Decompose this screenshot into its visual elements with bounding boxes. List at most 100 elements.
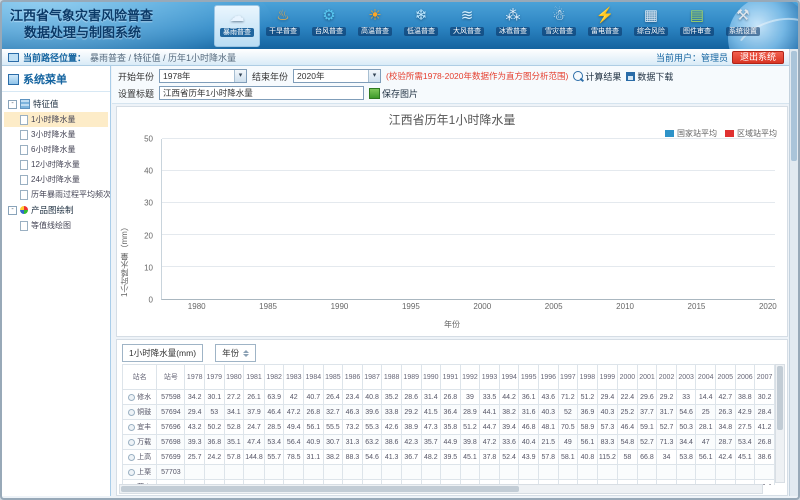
toolbar-settings-button[interactable]: ⚒系统设置	[720, 5, 766, 48]
app-header: 江西省气象灾害风险普查 数据处理与制图系统 ☁暴雨普查♨干旱普查⚙台风普查☀高温…	[2, 2, 798, 49]
toolbar-rainstorm-button[interactable]: ☁暴雨普查	[214, 5, 260, 47]
sidebar-group[interactable]: -特征值	[4, 96, 108, 112]
year-column-header[interactable]: 1982	[264, 365, 284, 390]
toolbar-lightning-button[interactable]: ⚡雷电普查	[582, 5, 628, 48]
value-cell: 31.3	[343, 435, 363, 450]
year-column-header[interactable]: 2006	[735, 365, 755, 390]
toolbar-item-label: 图件审查	[680, 27, 714, 36]
value-cell: 49.4	[284, 420, 304, 435]
year-column-header[interactable]: 1997	[558, 365, 578, 390]
year-column-header[interactable]: 1999	[597, 365, 617, 390]
sidebar-item[interactable]: 1小时降水量	[4, 112, 108, 127]
year-column-header[interactable]: 1990	[421, 365, 441, 390]
expander-icon[interactable]: -	[8, 100, 17, 109]
toolbar-item-label: 高温普查	[358, 27, 392, 36]
sidebar-item[interactable]: 历年暴雨过程平均频次	[4, 187, 108, 202]
table-row[interactable]: 铜鼓5769429.45334.137.946.447.226.832.746.…	[123, 405, 775, 420]
save-image-button[interactable]: 保存图片	[369, 87, 418, 100]
year-column-header[interactable]: 1998	[578, 365, 598, 390]
year-column-header[interactable]: 2007	[755, 365, 775, 390]
toolbar-low-temp-button[interactable]: ❄低温普查	[398, 5, 444, 48]
year-column-header[interactable]: 1978	[185, 365, 205, 390]
sidebar-item[interactable]: 24小时降水量	[4, 172, 108, 187]
value-cell: 30.1	[205, 390, 225, 405]
year-column-header[interactable]: 1984	[304, 365, 324, 390]
value-cell: 33.6	[499, 435, 519, 450]
station-name-cell: 万载	[123, 435, 157, 450]
toolbar-item-label: 台风普查	[312, 27, 346, 36]
breadcrumb[interactable]: 暴雨普查 / 特征值 / 历年1小时降水量	[90, 51, 236, 64]
sidebar-group[interactable]: -产品图绘制	[4, 202, 108, 218]
year-column-header[interactable]: 2005	[716, 365, 736, 390]
table-row[interactable]: 上高5769925.724.257.8144.855.778.531.138.2…	[123, 450, 775, 465]
station-icon	[128, 454, 135, 461]
table-header-row: 站名站号197819791980198119821983198419851986…	[123, 365, 775, 390]
sidebar-item[interactable]: 12小时降水量	[4, 157, 108, 172]
toolbar-drought-button[interactable]: ♨干旱普查	[260, 5, 306, 48]
scrollbar-thumb[interactable]	[121, 486, 519, 492]
monitor-icon	[8, 53, 19, 62]
end-year-select[interactable]: 2020年	[293, 69, 381, 83]
scrollbar-thumb[interactable]	[791, 51, 797, 161]
year-column-header[interactable]: 1986	[343, 365, 363, 390]
column-header[interactable]: 站名	[123, 365, 157, 390]
column-header[interactable]: 站号	[157, 365, 185, 390]
value-cell: 43.9	[519, 450, 539, 465]
year-column-header[interactable]: 1985	[323, 365, 343, 390]
page-scrollbar[interactable]	[789, 49, 798, 496]
value-cell: 56.1	[304, 420, 324, 435]
year-column-header[interactable]: 1995	[519, 365, 539, 390]
chart-title-input[interactable]	[159, 86, 364, 100]
year-column-header[interactable]: 1981	[244, 365, 265, 390]
table-row[interactable]: 宜丰5769643.250.252.824.728.549.456.155.57…	[123, 420, 775, 435]
toolbar-risk-calc-button[interactable]: ▦综合风险	[628, 5, 674, 48]
year-column-header[interactable]: 1988	[382, 365, 402, 390]
toolbar-wind-button[interactable]: ≋大风普查	[444, 5, 490, 48]
value-cell: 40.9	[304, 435, 324, 450]
value-cell	[696, 465, 716, 480]
toolbar-snow-button[interactable]: ☃雪灾普查	[536, 5, 582, 48]
year-column-header[interactable]: 2002	[657, 365, 677, 390]
sidebar-item[interactable]: 3小时降水量	[4, 127, 108, 142]
breadcrumb-prefix: 当前路径位置：	[23, 51, 86, 64]
toolbar-typhoon-button[interactable]: ⚙台风普查	[306, 5, 352, 48]
year-group-header[interactable]: 年份	[215, 344, 256, 362]
toolbar-high-temp-button[interactable]: ☀高温普查	[352, 5, 398, 48]
year-column-header[interactable]: 1989	[401, 365, 421, 390]
year-column-header[interactable]: 1994	[499, 365, 519, 390]
toolbar-hail-button[interactable]: ⁂冰雹普查	[490, 5, 536, 48]
value-cell: 66.8	[637, 450, 657, 465]
table-row[interactable]: 万载5769839.336.835.147.453.456.440.930.73…	[123, 435, 775, 450]
value-cell	[304, 465, 324, 480]
horizontal-scrollbar[interactable]	[119, 484, 763, 494]
calculate-button[interactable]: 计算结果	[573, 70, 621, 83]
download-button[interactable]: 数据下载	[626, 70, 673, 83]
year-column-header[interactable]: 1993	[480, 365, 500, 390]
year-column-header[interactable]: 1983	[284, 365, 304, 390]
table-row[interactable]: 上栗57703	[123, 465, 775, 480]
value-cell: 39	[460, 390, 480, 405]
table-vertical-scrollbar[interactable]	[775, 364, 785, 483]
sidebar-item[interactable]: 等值线绘图	[4, 218, 108, 233]
year-column-header[interactable]: 1979	[205, 365, 225, 390]
logout-button[interactable]: 退出系统	[732, 51, 784, 64]
year-column-header[interactable]: 2003	[676, 365, 696, 390]
year-column-header[interactable]: 1996	[538, 365, 558, 390]
y-axis-ticks: 01020304050	[131, 139, 157, 300]
station-name-cell: 上栗	[123, 465, 157, 480]
year-column-header[interactable]: 2004	[696, 365, 716, 390]
year-column-header[interactable]: 1987	[362, 365, 382, 390]
year-column-header[interactable]: 2001	[637, 365, 657, 390]
year-column-header[interactable]: 1980	[224, 365, 244, 390]
year-column-header[interactable]: 1991	[441, 365, 461, 390]
expander-icon[interactable]: -	[8, 206, 17, 215]
table-row[interactable]: 修水5759834.230.127.226.163.94240.726.423.…	[123, 390, 775, 405]
year-column-header[interactable]: 2000	[618, 365, 638, 390]
header-toolbar: ☁暴雨普查♨干旱普查⚙台风普查☀高温普查❄低温普查≋大风普查⁂冰雹普查☃雪灾普查…	[214, 5, 766, 48]
scrollbar-thumb[interactable]	[777, 366, 783, 430]
sidebar-item[interactable]: 6小时降水量	[4, 142, 108, 157]
year-column-header[interactable]: 1992	[460, 365, 480, 390]
table-tab-precip[interactable]: 1小时降水量(mm)	[122, 344, 203, 362]
start-year-select[interactable]: 1978年	[159, 69, 247, 83]
toolbar-map-review-button[interactable]: ▤图件审查	[674, 5, 720, 48]
